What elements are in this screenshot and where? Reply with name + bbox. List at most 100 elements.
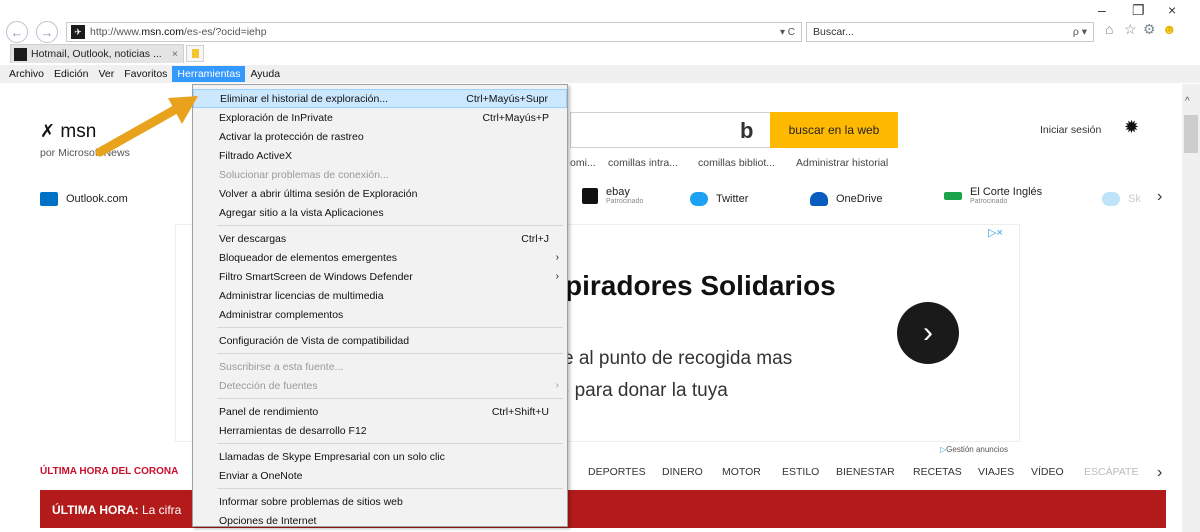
ad-next-button[interactable]: › xyxy=(897,302,959,364)
ad-management-link[interactable]: ▷Gestión anuncios xyxy=(940,445,1008,454)
quick-link[interactable]: Administrar historial xyxy=(796,157,888,169)
submenu-chevron-icon: › xyxy=(555,380,559,391)
tools-menu-item[interactable]: Informar sobre problemas de sitios web xyxy=(193,492,567,511)
nav-category[interactable]: MOTOR xyxy=(722,466,761,478)
nav-category[interactable]: VÍDEO xyxy=(1031,466,1064,478)
menu-item-label: Llamadas de Skype Empresarial con un sol… xyxy=(219,450,445,463)
close-window-icon[interactable]: × xyxy=(1168,2,1176,18)
browser-search-input[interactable]: Buscar... ρ ▾ xyxy=(806,22,1094,42)
tab-title: Hotmail, Outlook, noticias ... xyxy=(31,48,162,60)
menu-separator xyxy=(217,327,563,328)
tools-menu-item[interactable]: Ver descargas Ctrl+J xyxy=(193,229,567,248)
shortcut-twitter[interactable]: Twitter xyxy=(690,192,748,206)
chevron-right-icon[interactable]: › xyxy=(1157,188,1162,206)
tools-menu-item[interactable]: Volver a abrir última sesión de Explorac… xyxy=(193,184,567,203)
menubar-item[interactable]: Ayuda xyxy=(245,66,285,82)
bing-icon: b xyxy=(740,118,754,143)
menu-item-label: Informar sobre problemas de sitios web xyxy=(219,495,403,508)
menu-item-label: Exploración de InPrivate xyxy=(219,111,333,124)
butterfly-icon: ✗ xyxy=(40,121,56,141)
breaking-news-tag[interactable]: ÚLTIMA HORA DEL CORONA xyxy=(40,466,178,477)
nav-category[interactable]: ESCÁPATE xyxy=(1084,466,1138,478)
tools-menu-item[interactable]: Agregar sitio a la vista Aplicaciones xyxy=(193,203,567,222)
menu-item-shortcut: Ctrl+Mayús+P xyxy=(482,111,549,124)
quick-link[interactable]: comillas intra... xyxy=(608,157,678,169)
tools-gear-icon[interactable]: ⚙ xyxy=(1143,21,1156,38)
menubar-item[interactable]: Archivo xyxy=(4,66,49,82)
smiley-feedback-icon[interactable]: ☻ xyxy=(1162,21,1177,37)
outlook-icon xyxy=(40,192,58,206)
tools-menu-item[interactable]: Panel de rendimiento Ctrl+Shift+U xyxy=(193,402,567,421)
menubar-item[interactable]: Herramientas xyxy=(172,66,246,82)
menu-item-label: Filtro SmartScreen de Windows Defender xyxy=(219,270,413,283)
menubar-item[interactable]: Favoritos xyxy=(119,66,172,82)
tools-menu-item[interactable]: Configuración de Vista de compatibilidad xyxy=(193,331,567,350)
menu-item-label: Administrar licencias de multimedia xyxy=(219,289,384,302)
menubar-item[interactable]: Edición xyxy=(49,66,93,82)
nav-category[interactable]: VIAJES xyxy=(978,466,1014,478)
shortcut-outlook[interactable]: Outlook.com xyxy=(40,192,128,206)
tools-menu-item[interactable]: Exploración de InPrivate Ctrl+Mayús+P xyxy=(193,108,567,127)
settings-gear-icon[interactable]: ✹ xyxy=(1124,117,1139,138)
nav-category[interactable]: DEPORTES xyxy=(588,466,646,478)
quick-link[interactable]: omi... xyxy=(570,157,596,169)
browser-tab[interactable]: Hotmail, Outlook, noticias ... × xyxy=(10,44,184,63)
menu-item-label: Enviar a OneNote xyxy=(219,469,303,482)
shortcut-elcorteingles[interactable]: El Corte Inglés Patrocinado xyxy=(944,186,1042,205)
tools-menu-item[interactable]: Llamadas de Skype Empresarial con un sol… xyxy=(193,447,567,466)
tools-menu-item[interactable]: Enviar a OneNote xyxy=(193,466,567,485)
minimize-icon[interactable]: – xyxy=(1098,2,1106,18)
nav-category[interactable]: BIENESTAR xyxy=(836,466,895,478)
tools-menu-item[interactable]: Bloqueador de elementos emergentes › xyxy=(193,248,567,267)
tools-menu-item[interactable]: Eliminar el historial de exploración... C… xyxy=(193,89,567,108)
quick-link[interactable]: comillas bibliot... xyxy=(698,157,775,169)
tab-close-icon[interactable]: × xyxy=(172,48,183,60)
menu-separator xyxy=(217,488,563,489)
favorites-star-icon[interactable]: ☆ xyxy=(1124,21,1137,38)
tools-menu-item[interactable]: Herramientas de desarrollo F12 xyxy=(193,421,567,440)
chevron-right-icon[interactable]: › xyxy=(1157,464,1162,482)
adchoices-icon[interactable]: ▷× xyxy=(988,226,1003,239)
search-placeholder: Buscar... xyxy=(813,26,854,38)
elcorteingles-icon xyxy=(944,191,962,200)
web-search-button[interactable]: buscar en la web xyxy=(770,112,898,148)
menu-item-label: Herramientas de desarrollo F12 xyxy=(219,424,367,437)
home-icon[interactable]: ⌂ xyxy=(1105,21,1113,37)
breaking-news-text[interactable]: ÚLTIMA HORA: La cifra xyxy=(52,503,181,517)
address-bar[interactable]: ✈ http://www.msn.com/es-es/?ocid=iehp ▾ … xyxy=(66,22,802,42)
signin-link[interactable]: Iniciar sesión xyxy=(1040,124,1101,136)
nav-category[interactable]: DINERO xyxy=(662,466,703,478)
nav-category[interactable]: RECETAS xyxy=(913,466,962,478)
scroll-up-icon[interactable]: ^ xyxy=(1185,96,1190,107)
tools-menu-item[interactable]: Opciones de Internet xyxy=(193,511,567,530)
menu-item-label: Bloqueador de elementos emergentes xyxy=(219,251,398,264)
nav-category[interactable]: ESTILO xyxy=(782,466,819,478)
tools-menu-item[interactable]: Administrar complementos xyxy=(193,305,567,324)
address-url[interactable]: http://www.msn.com/es-es/?ocid=iehp xyxy=(90,26,780,38)
tools-menu-item: Detección de fuentes › xyxy=(193,376,567,395)
refresh-icon[interactable]: ▾ C xyxy=(780,27,801,38)
tools-menu-item[interactable]: Filtrado ActiveX xyxy=(193,146,567,165)
forward-button[interactable]: → xyxy=(36,21,58,43)
menubar-item[interactable]: Ver xyxy=(93,66,119,82)
scrollbar-thumb[interactable] xyxy=(1184,115,1198,153)
msn-favicon-icon: ✈ xyxy=(71,25,85,39)
ad-text: e al punto de recogida mas xyxy=(563,348,793,369)
restore-icon[interactable]: ❐ xyxy=(1132,2,1145,19)
web-search-input[interactable] xyxy=(570,112,786,148)
shortcut-skype[interactable]: Sk xyxy=(1102,192,1141,206)
menu-item-label: Suscribirse a esta fuente... xyxy=(219,360,344,373)
menu-item-label: Filtrado ActiveX xyxy=(219,149,292,162)
menu-item-label: Detección de fuentes xyxy=(219,379,318,392)
back-button[interactable]: ← xyxy=(6,21,28,43)
tools-menu-item[interactable]: Filtro SmartScreen de Windows Defender › xyxy=(193,267,567,286)
menu-item-label: Eliminar el historial de exploración... xyxy=(220,92,389,105)
shortcut-ebay[interactable]: ebay Patrocinado xyxy=(582,186,643,205)
search-icon[interactable]: ρ ▾ xyxy=(1073,26,1093,38)
shortcut-onedrive[interactable]: OneDrive xyxy=(810,192,882,206)
new-tab-button[interactable] xyxy=(186,45,204,62)
tools-menu-item[interactable]: Administrar licencias de multimedia xyxy=(193,286,567,305)
menu-item-label: Volver a abrir última sesión de Explorac… xyxy=(219,187,418,200)
chevron-right-icon: › xyxy=(923,316,933,349)
tools-menu-item[interactable]: Activar la protección de rastreo xyxy=(193,127,567,146)
